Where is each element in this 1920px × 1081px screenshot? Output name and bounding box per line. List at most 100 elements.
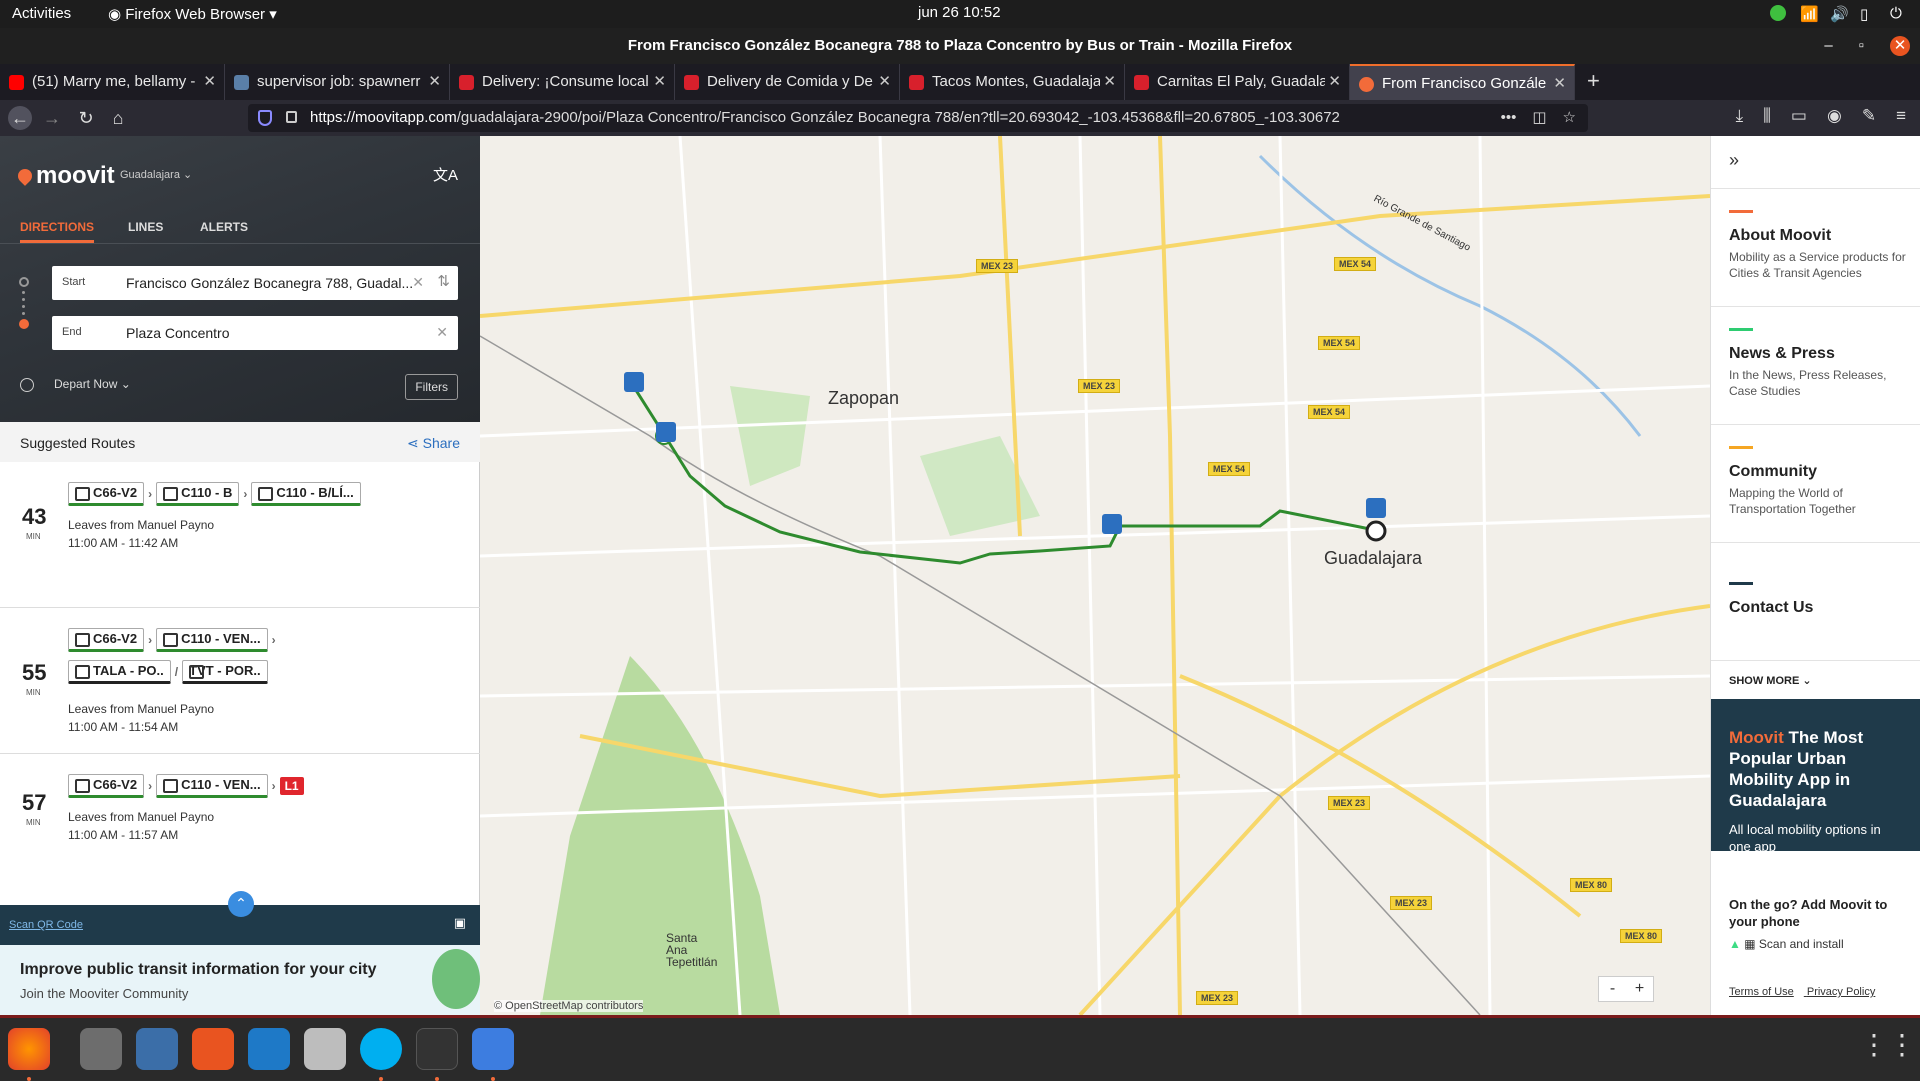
qr-code-icon[interactable]: ▦ [1744, 937, 1755, 951]
close-tab-icon[interactable]: ✕ [653, 64, 666, 100]
map-canvas[interactable] [480, 136, 1710, 1015]
map-attribution[interactable]: © OpenStreetMap contributors [494, 1000, 644, 1012]
swap-icon[interactable]: ⇅ [437, 272, 450, 290]
expand-up-icon[interactable]: ⌃ [228, 891, 254, 917]
filters-button[interactable]: Filters [405, 374, 458, 400]
contact-us-section[interactable]: Contact Us [1729, 582, 1909, 617]
map-label-santa-ana: Santa Ana Tepetitlán [666, 931, 718, 969]
bus-stop-icon [656, 422, 676, 442]
maximize-icon[interactable]: ▫ [1859, 28, 1864, 64]
close-tab-icon[interactable]: ✕ [878, 64, 891, 100]
browser-tab[interactable]: (51) Marry me, bellamy - ✕ [0, 64, 225, 100]
android-icon[interactable]: ▲ [1729, 937, 1741, 951]
menu-hamburger-icon[interactable]: ≡ [1896, 106, 1906, 126]
extension-icon[interactable]: ✎ [1862, 106, 1876, 126]
pocket-icon[interactable]: ◫ [1532, 104, 1546, 132]
bus-stop-icon [1366, 498, 1386, 518]
end-field[interactable]: End Plaza Concentro ✕ [52, 316, 458, 350]
collapse-panel-icon[interactable]: » [1729, 150, 1739, 171]
close-tab-icon[interactable]: ✕ [1553, 66, 1566, 100]
minimize-icon[interactable]: – [1824, 28, 1832, 64]
tab-lines[interactable]: LINES [128, 220, 163, 234]
software-center-dock-icon[interactable] [192, 1028, 234, 1070]
site-favicon-icon [234, 75, 249, 90]
settings-dock-icon[interactable] [304, 1028, 346, 1070]
bookmark-star-icon[interactable]: ☆ [1563, 104, 1576, 132]
close-tab-icon[interactable]: ✕ [203, 64, 216, 100]
scan-qr-link[interactable]: Scan QR Code [9, 919, 83, 931]
tab-alerts[interactable]: ALERTS [200, 220, 248, 234]
zoom-out-button[interactable]: - [1599, 977, 1626, 1001]
system-tray[interactable]: 📶 🔊 ▯ ⏻ [1770, 5, 1906, 23]
files-dock-icon[interactable] [80, 1028, 122, 1070]
browser-tab[interactable]: Tacos Montes, Guadalaja ✕ [900, 64, 1125, 100]
back-button[interactable]: ← [8, 106, 32, 130]
tab-directions[interactable]: DIRECTIONS [20, 220, 95, 243]
route-option[interactable]: 43 MIN C66-V2 › C110 - B › C110 - B/LÍ... … [0, 462, 480, 608]
browser-tab[interactable]: Delivery de Comida y De ✕ [675, 64, 900, 100]
sidebar-icon[interactable]: ▭ [1791, 106, 1807, 126]
browser-tab[interactable]: Delivery: ¡Consume local ✕ [450, 64, 675, 100]
start-field[interactable]: Start Francisco González Bocanegra 788, … [52, 266, 458, 300]
community-section[interactable]: Community Mapping the World of Transport… [1729, 446, 1909, 517]
map-view[interactable]: Zapopan Guadalajara Santa Ana Tepetitlán… [480, 136, 1710, 1015]
browser-tab-active[interactable]: From Francisco Gonzále ✕ [1350, 64, 1575, 100]
bus-line-chip: C110 - VEN... [156, 774, 268, 798]
start-value[interactable]: Francisco González Bocanegra 788, Guadal… [126, 275, 422, 291]
show-more-button[interactable]: SHOW MORE ⌄ [1729, 674, 1812, 687]
show-apps-grid-icon[interactable]: ⋮⋮⋮ [1860, 1028, 1920, 1070]
browser-tab[interactable]: supervisor job: spawnerr ✕ [225, 64, 450, 100]
route-option[interactable]: 55 MIN C66-V2 › C110 - VEN... › TALA - PO.… [0, 608, 480, 754]
close-tab-icon[interactable]: ✕ [428, 64, 441, 100]
app-store-icons[interactable]: ▣ [454, 915, 466, 931]
url-bar[interactable]: https://moovitapp.com/guadalajara-2900/p… [248, 104, 1588, 132]
highway-shield: MEX 23 [1390, 896, 1433, 910]
forward-button[interactable]: → [40, 106, 64, 130]
end-label: End [62, 326, 82, 338]
close-tab-icon[interactable]: ✕ [1328, 64, 1341, 100]
library-icon[interactable]: ⫼ [1763, 106, 1771, 126]
section-accent [1729, 328, 1753, 331]
text-editor-dock-icon[interactable] [136, 1028, 178, 1070]
community-promo[interactable]: Improve public transit information for y… [0, 945, 480, 1015]
browser-tab[interactable]: Carnitas El Paly, Guadala ✕ [1125, 64, 1350, 100]
skype-dock-icon[interactable] [360, 1028, 402, 1070]
language-icon[interactable]: 文A [433, 164, 458, 185]
scan-install[interactable]: ▲ ▦ Scan and install [1729, 937, 1844, 951]
firefox-dock-icon[interactable] [8, 1028, 50, 1070]
privacy-link[interactable]: Privacy Policy [1807, 986, 1875, 998]
tab-title: Carnitas El Paly, Guadala [1157, 73, 1325, 90]
end-value[interactable]: Plaza Concentro [126, 325, 422, 341]
close-window-icon[interactable]: ✕ [1890, 36, 1910, 56]
clear-start-icon[interactable]: ✕ [412, 274, 424, 291]
tracking-shield-icon[interactable] [258, 110, 272, 126]
share-button[interactable]: ⋖ Share [407, 435, 460, 452]
account-icon[interactable]: ◉ [1827, 106, 1842, 126]
terminal-dock-icon[interactable] [416, 1028, 458, 1070]
lock-icon[interactable] [286, 111, 297, 123]
depart-selector[interactable]: Depart Now ⌄ [20, 377, 131, 392]
activities-button[interactable]: Activities [12, 5, 71, 22]
app-menu[interactable]: ◉ Firefox Web Browser ▾ [108, 5, 277, 23]
reload-button[interactable]: ↻ [74, 106, 98, 130]
vscode-dock-icon[interactable] [248, 1028, 290, 1070]
notes-dock-icon[interactable] [472, 1028, 514, 1070]
zoom-in-button[interactable]: + [1626, 977, 1653, 1001]
news-press-section[interactable]: News & Press In the News, Press Releases… [1729, 328, 1909, 399]
page-actions-icon[interactable]: ••• [1501, 104, 1517, 132]
site-favicon-icon [1134, 75, 1149, 90]
city-selector[interactable]: Guadalajara ⌄ [120, 168, 192, 181]
close-tab-icon[interactable]: ✕ [1103, 64, 1116, 100]
site-favicon-icon [459, 75, 474, 90]
running-indicator [379, 1077, 383, 1081]
terms-link[interactable]: Terms of Use [1729, 986, 1794, 998]
about-moovit-section[interactable]: About Moovit Mobility as a Service produ… [1729, 210, 1909, 281]
clear-end-icon[interactable]: ✕ [436, 324, 448, 341]
app-promo-box[interactable]: Moovit The Most Popular Urban Mobility A… [1711, 699, 1920, 854]
system-clock[interactable]: jun 26 10:52 [918, 4, 1001, 21]
new-tab-button[interactable]: + [1575, 64, 1612, 100]
moovit-logo[interactable]: moovit [15, 162, 115, 190]
downloads-icon[interactable]: ⤓ [1736, 106, 1744, 126]
home-button[interactable]: ⌂ [106, 106, 130, 130]
route-option[interactable]: 57 MIN C66-V2 › C110 - VEN... › L1 Leaves … [0, 754, 480, 874]
